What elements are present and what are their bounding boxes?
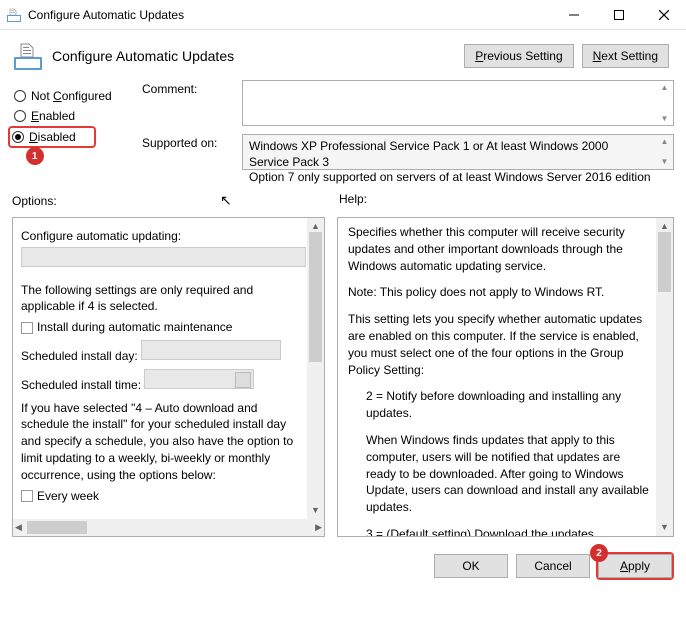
options-panel: Configure automatic updating: The follow… (12, 217, 325, 537)
radio-group: Not Configured Enabled Disabled 1 (12, 80, 132, 178)
apply-button[interactable]: Apply (598, 554, 672, 578)
opt-every-week[interactable]: Every week (21, 488, 304, 505)
supported-label: Supported on: (142, 134, 242, 170)
cursor-icon: ↖ (220, 192, 232, 208)
cancel-button[interactable]: Cancel (516, 554, 590, 578)
window-controls (551, 0, 686, 29)
maximize-button[interactable] (596, 0, 641, 29)
help-text: 3 = (Default setting) Download the updat… (348, 526, 651, 536)
help-panel: Specifies whether this computer will rec… (337, 217, 674, 537)
help-text: 2 = Notify before downloading and instal… (348, 388, 651, 422)
comment-label: Comment: (142, 80, 242, 126)
window-title: Configure Automatic Updates (28, 8, 551, 22)
annotation-badge-1: 1 (26, 147, 44, 165)
radio-icon (14, 110, 26, 122)
configure-dropdown[interactable] (21, 247, 306, 267)
help-vscroll[interactable]: ▲▼ (656, 218, 673, 536)
policy-icon (6, 7, 22, 23)
help-label: Help: (339, 192, 367, 209)
opt-long-note: If you have selected "4 – Auto download … (21, 400, 304, 484)
scroll-thumb[interactable] (309, 232, 322, 362)
install-time-dropdown[interactable] (144, 369, 254, 389)
checkbox-icon (21, 490, 33, 502)
radio-disabled[interactable]: Disabled (8, 126, 96, 148)
radio-label: Enabled (31, 109, 75, 123)
ok-button[interactable]: OK (434, 554, 508, 578)
previous-setting-button[interactable]: Previous Setting (464, 44, 573, 68)
radio-icon (14, 90, 26, 102)
titlebar: Configure Automatic Updates (0, 0, 686, 30)
help-text: When Windows finds updates that apply to… (348, 432, 651, 516)
opt-note: The following settings are only required… (21, 282, 304, 316)
next-setting-button[interactable]: Next Setting (582, 44, 669, 68)
scroll-up-icon[interactable]: ▲ (661, 137, 669, 147)
radio-label: Not Configured (31, 89, 112, 103)
close-button[interactable] (641, 0, 686, 29)
checkbox-icon (21, 322, 33, 334)
options-label: Options: ↖ (12, 192, 325, 209)
dialog-footer: OK Cancel Apply 2 (0, 545, 686, 586)
help-text: This setting lets you specify whether au… (348, 311, 651, 378)
scroll-thumb[interactable] (27, 521, 87, 534)
scroll-up-icon[interactable]: ▲ (661, 83, 669, 92)
minimize-button[interactable] (551, 0, 596, 29)
supported-on-text: Windows XP Professional Service Pack 1 o… (242, 134, 674, 170)
radio-enabled[interactable]: Enabled (12, 106, 132, 126)
radio-label: Disabled (29, 130, 76, 144)
radio-not-configured[interactable]: Not Configured (12, 86, 132, 106)
opt-day-row: Scheduled install day: (21, 340, 304, 365)
comment-textarea[interactable]: ▲▼ (242, 80, 674, 126)
page-title: Configure Automatic Updates (52, 48, 464, 64)
scroll-thumb[interactable] (658, 232, 671, 292)
install-day-dropdown[interactable] (141, 340, 281, 360)
radio-icon (12, 131, 24, 143)
opt-maintenance[interactable]: Install during automatic maintenance (21, 319, 304, 336)
scroll-down-icon[interactable]: ▼ (661, 157, 669, 167)
scroll-down-icon[interactable]: ▼ (661, 114, 669, 123)
options-vscroll[interactable]: ▲▼ (307, 218, 324, 519)
options-hscroll[interactable]: ◀▶ (13, 519, 324, 536)
annotation-badge-2: 2 (590, 544, 608, 562)
help-text: Specifies whether this computer will rec… (348, 224, 651, 274)
policy-large-icon (12, 40, 44, 72)
opt-time-row: Scheduled install time: (21, 369, 304, 394)
header-row: Configure Automatic Updates Previous Set… (0, 30, 686, 80)
help-text: Note: This policy does not apply to Wind… (348, 284, 651, 301)
opt-configure-label: Configure automatic updating: (21, 228, 304, 245)
